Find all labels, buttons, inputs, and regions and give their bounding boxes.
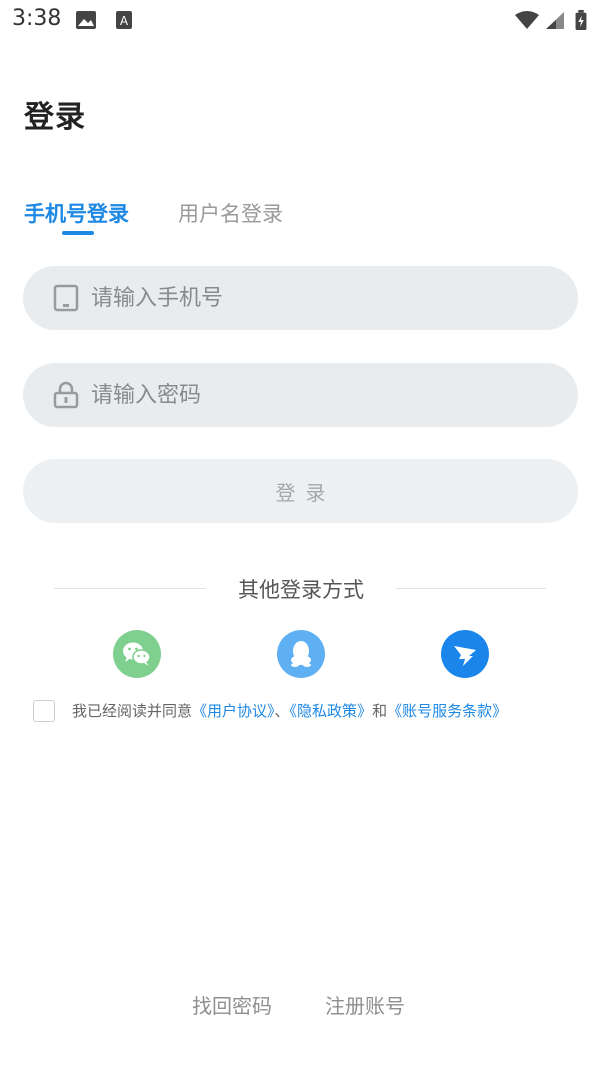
active-tab-indicator [62, 231, 94, 235]
battery-charging-icon [575, 10, 587, 30]
gallery-icon [76, 11, 96, 29]
dingtalk-icon [454, 646, 476, 666]
divider-line-right [396, 588, 546, 589]
cell-signal-icon [546, 12, 564, 29]
tab-username-login[interactable]: 用户名登录 [178, 198, 283, 230]
wechat-login-button[interactable] [113, 630, 161, 678]
wifi-icon [515, 11, 539, 29]
svg-text:A: A [120, 14, 129, 28]
user-agreement-link[interactable]: 《用户协议》 [192, 702, 275, 720]
lock-icon [53, 381, 79, 409]
password-field[interactable] [23, 363, 578, 427]
status-time: 3:38 [12, 6, 62, 31]
page-title: 登录 [24, 100, 86, 135]
password-input[interactable] [91, 363, 561, 427]
agreement-separator: 、 [274, 702, 290, 720]
phone-field[interactable] [23, 266, 578, 330]
dingtalk-login-button[interactable] [441, 630, 489, 678]
account-terms-link[interactable]: 《账号服务条款》 [387, 702, 507, 720]
font-app-icon: A [116, 11, 132, 29]
agreement-text: 我已经阅读并同意《用户协议》、《隐私政策》和《账号服务条款》 [72, 700, 507, 722]
agreement-checkbox[interactable] [33, 700, 55, 722]
register-link[interactable]: 注册账号 [325, 990, 405, 1019]
agreement-prefix: 我已经阅读并同意 [72, 702, 193, 720]
tab-phone-login[interactable]: 手机号登录 [24, 198, 129, 230]
qq-icon [291, 641, 311, 667]
other-login-label: 其他登录方式 [238, 578, 364, 602]
qq-login-button[interactable] [277, 630, 325, 678]
login-button[interactable]: 登录 [23, 459, 578, 523]
privacy-policy-link[interactable]: 《隐私政策》 [290, 702, 373, 720]
forgot-password-link[interactable]: 找回密码 [192, 990, 272, 1019]
wechat-icon [123, 642, 151, 666]
agreement-conjunction: 和 [372, 702, 388, 720]
phone-icon [53, 284, 79, 312]
status-bar: 3:38 A [0, 0, 600, 42]
divider-line-left [54, 588, 206, 589]
phone-input[interactable] [91, 266, 561, 330]
